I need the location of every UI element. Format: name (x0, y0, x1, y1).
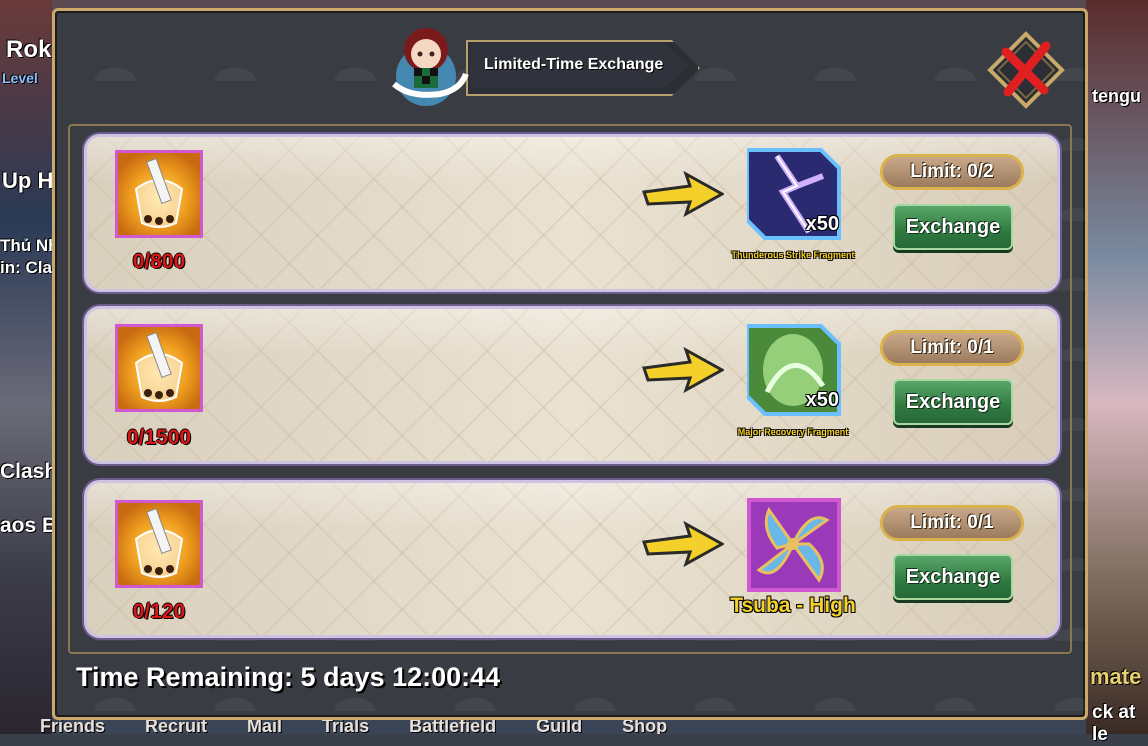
bubble-tea-icon (115, 500, 203, 588)
dialog-title: Limited-Time Exchange (484, 56, 664, 73)
bg-label: Up H (2, 168, 54, 193)
limit-badge: Limit: 0/2 (880, 154, 1024, 190)
reward-name: Tsuba - High (730, 594, 856, 617)
bg-label: ck at le (1092, 702, 1136, 745)
cost-count: 0/800 (132, 250, 186, 273)
left-background-strip (0, 0, 52, 734)
bg-label: in: Cla (0, 258, 52, 277)
arrow-right-icon (642, 346, 724, 394)
close-x-icon[interactable] (986, 30, 1066, 110)
limit-badge: Limit: 0/1 (880, 505, 1024, 541)
tsuba-icon (747, 498, 843, 594)
mascot-icon (392, 28, 469, 106)
reward-quantity: x50 (805, 213, 839, 235)
reward-name: Thunderous Strike Fragment (731, 250, 855, 260)
bg-label: Thủ Nh (0, 236, 59, 255)
arrow-right-icon (642, 170, 724, 218)
bubble-tea-icon (115, 150, 203, 238)
bubble-tea-icon (115, 324, 203, 412)
bg-label: Rok (6, 36, 52, 63)
bg-label: Level (2, 70, 38, 86)
cost-count: 0/120 (132, 600, 186, 623)
bg-label: mate (1090, 664, 1142, 689)
recovery-fragment-icon: x50 (745, 322, 843, 418)
arrow-right-icon (642, 520, 724, 568)
limit-badge: Limit: 0/1 (880, 330, 1024, 366)
time-remaining: Time Remaining: 5 days 12:00:44 (76, 662, 501, 692)
reward-name: Major Recovery Fragment (737, 427, 849, 437)
exchange-button[interactable]: Exchange (893, 554, 1013, 600)
reward-quantity: x50 (805, 389, 839, 411)
exchange-button[interactable]: Exchange (893, 379, 1013, 425)
thunder-fragment-icon: x50 (745, 146, 843, 242)
cost-count: 0/1500 (126, 426, 192, 449)
exchange-button[interactable]: Exchange (893, 204, 1013, 250)
bg-label: tengu (1092, 86, 1141, 106)
right-background-strip (1086, 0, 1148, 734)
bg-label: aos B (0, 514, 58, 537)
bg-label: Clash (0, 460, 58, 483)
